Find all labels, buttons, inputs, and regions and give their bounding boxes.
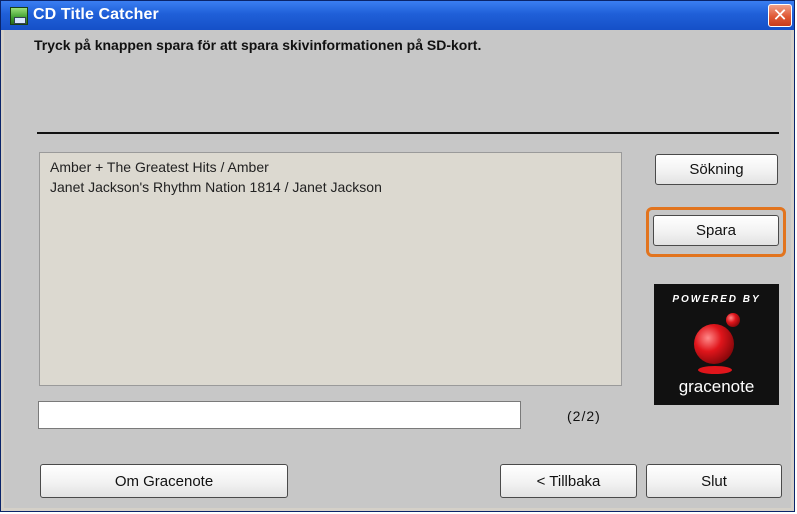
- window-title: CD Title Catcher: [33, 6, 159, 23]
- list-item[interactable]: Janet Jackson's Rhythm Nation 1814 / Jan…: [50, 179, 382, 195]
- back-button[interactable]: < Tillbaka: [500, 464, 637, 498]
- list-item[interactable]: Amber + The Greatest Hits / Amber: [50, 159, 269, 175]
- instruction-text: Tryck på knappen spara för att spara ski…: [34, 37, 482, 53]
- results-list[interactable]: Amber + The Greatest Hits / Amber Janet …: [39, 152, 622, 386]
- search-button[interactable]: Sökning: [655, 154, 778, 185]
- result-counter: (2/2): [567, 408, 601, 424]
- about-gracenote-button[interactable]: Om Gracenote: [40, 464, 288, 498]
- app-icon: [10, 7, 28, 25]
- gracenote-ball-icon: [694, 313, 740, 374]
- close-button[interactable]: ✕: [768, 4, 792, 27]
- divider: [37, 132, 779, 134]
- powered-by-label: POWERED BY: [672, 294, 761, 305]
- app-window: CD Title Catcher ✕ Tryck på knappen spar…: [0, 0, 795, 512]
- title-bar[interactable]: CD Title Catcher ✕: [1, 1, 794, 30]
- close-icon: ✕: [772, 4, 788, 26]
- progress-field: [38, 401, 521, 429]
- gracenote-wordmark: gracenote: [678, 377, 755, 396]
- save-button[interactable]: Spara: [653, 215, 779, 246]
- gracenote-logo: POWERED BY gracenote: [654, 284, 779, 405]
- end-button[interactable]: Slut: [646, 464, 782, 498]
